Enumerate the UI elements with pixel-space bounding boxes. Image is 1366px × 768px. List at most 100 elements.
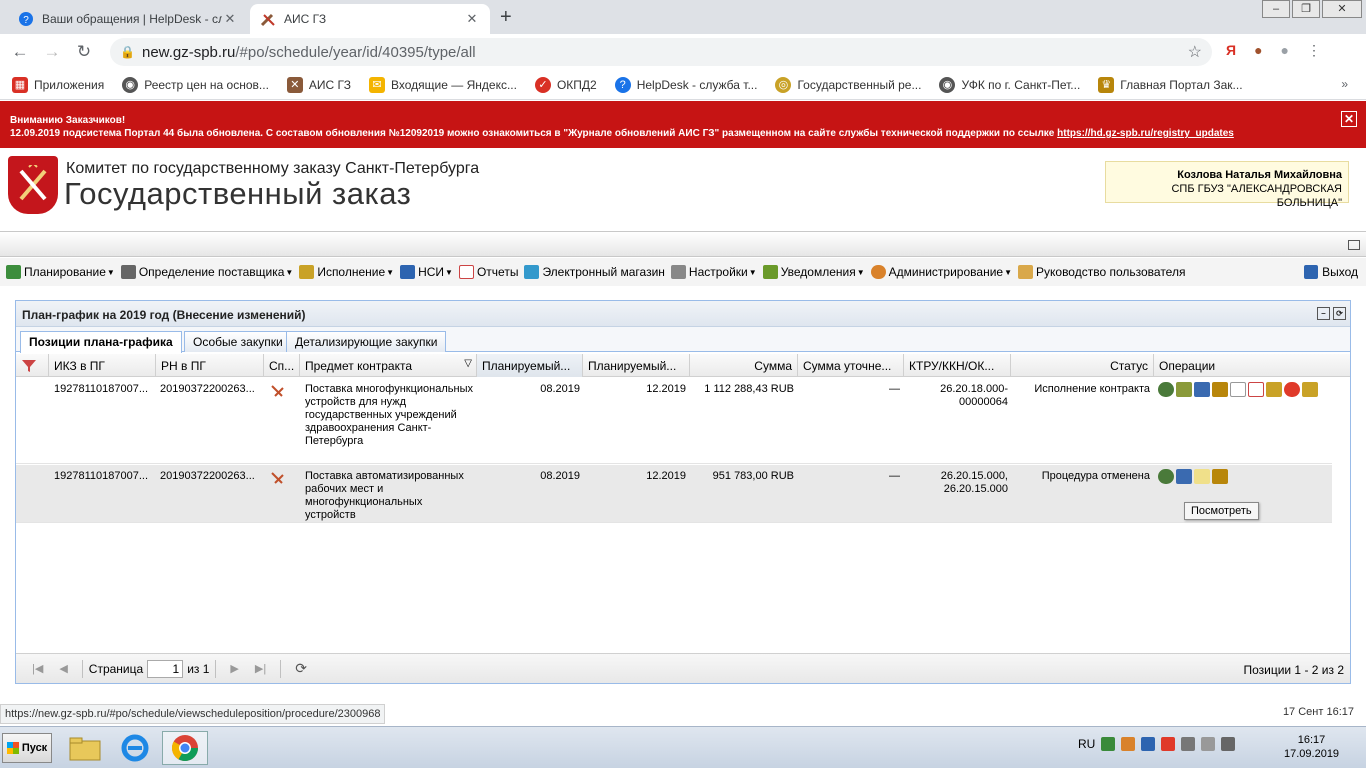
- bookmark-star-icon[interactable]: ☆: [1188, 42, 1202, 62]
- bookmark-okpd2[interactable]: ✓ ОКПД2: [534, 76, 597, 93]
- column-operations[interactable]: Операции: [1154, 354, 1350, 377]
- bookmark-ais-gz[interactable]: ✕ АИС ГЗ: [286, 76, 351, 93]
- close-alert-icon[interactable]: ✕: [1341, 111, 1357, 127]
- bookmarks-more-icon[interactable]: »: [1341, 77, 1348, 91]
- column-sum-specified[interactable]: Сумма уточне...: [798, 354, 904, 377]
- menu-administration[interactable]: Администрирование ▼: [870, 265, 1012, 279]
- menu-supplier-selection[interactable]: Определение поставщика ▼: [120, 265, 293, 279]
- exit-button[interactable]: Выход: [1304, 265, 1358, 279]
- menu-execution[interactable]: Исполнение ▼: [299, 265, 394, 279]
- tab-ais-gz[interactable]: АИС ГЗ ✕: [250, 4, 490, 34]
- windows-logo-icon: [6, 742, 19, 754]
- minimize-button[interactable]: –: [1262, 0, 1290, 18]
- forward-icon[interactable]: →: [40, 42, 64, 62]
- column-ktru[interactable]: КТРУ/ККН/ОК...: [904, 354, 1011, 377]
- next-page-icon[interactable]: ▶: [230, 662, 238, 675]
- settings-gear-icon[interactable]: [1158, 382, 1174, 397]
- menu-planning[interactable]: Планирование ▼: [6, 265, 115, 279]
- close-window-button[interactable]: ✕: [1322, 0, 1362, 18]
- bookmark-zakupki-portal[interactable]: ♛ Главная Портал Зак...: [1098, 76, 1243, 93]
- system-clock[interactable]: 16:17 17.09.2019: [1284, 733, 1339, 761]
- column-actions-icon[interactable]: [16, 354, 49, 377]
- chart-icon[interactable]: [1194, 382, 1210, 397]
- document-icon[interactable]: [1230, 382, 1246, 397]
- column-method[interactable]: Сп...: [264, 354, 300, 377]
- start-button[interactable]: Пуск: [2, 733, 52, 763]
- update-icon[interactable]: [1121, 737, 1136, 751]
- first-page-icon[interactable]: |◀: [32, 662, 43, 675]
- last-page-icon[interactable]: ▶|: [255, 662, 266, 675]
- reload-icon[interactable]: ↻: [72, 42, 96, 62]
- column-subject[interactable]: Предмет контракта ▽: [300, 354, 477, 377]
- menu-e-shop[interactable]: Электронный магазин: [524, 265, 665, 279]
- new-tab-button[interactable]: +: [500, 6, 512, 29]
- tab-special-purchases[interactable]: Особые закупки: [184, 331, 292, 352]
- taskbar-ie[interactable]: [112, 731, 158, 765]
- apps-grid-icon: ▦: [12, 76, 28, 93]
- menu-dots-icon[interactable]: ⋮: [1307, 42, 1321, 59]
- bookmark-price-registry[interactable]: ◉ Реестр цен на основ...: [122, 76, 269, 93]
- maximize-button[interactable]: ❐: [1292, 0, 1320, 18]
- tab-schedule-positions[interactable]: Позиции плана-графика: [20, 331, 182, 353]
- devices-icon[interactable]: [1181, 737, 1196, 751]
- minimize-panel-icon[interactable]: –: [1317, 307, 1330, 320]
- column-ikz[interactable]: ИКЗ в ПГ: [49, 354, 156, 377]
- table-row[interactable]: 19278110187007... 20190372200263... Пост…: [16, 378, 1332, 464]
- refresh-panel-icon[interactable]: ⟳: [1333, 307, 1346, 320]
- yandex-icon[interactable]: Я: [1226, 42, 1236, 59]
- edit-icon[interactable]: [1266, 382, 1282, 397]
- cell-subject: Поставка многофункциональных устройств д…: [305, 383, 473, 447]
- profile-avatar-icon[interactable]: ●: [1281, 42, 1289, 59]
- alert-link[interactable]: https://hd.gz-spb.ru/registry_updates: [1057, 128, 1234, 139]
- column-rn[interactable]: РН в ПГ: [156, 354, 264, 377]
- volume-icon[interactable]: [1201, 737, 1216, 751]
- flag-icon[interactable]: [1221, 737, 1236, 751]
- taskbar-chrome[interactable]: [162, 731, 208, 765]
- approve-icon[interactable]: [1176, 382, 1192, 397]
- chart-icon[interactable]: [1176, 469, 1192, 484]
- column-status[interactable]: Статус: [1011, 354, 1154, 377]
- page-total: из 1: [187, 661, 210, 676]
- bookmark-gov-registry[interactable]: ◎ Государственный ре...: [775, 76, 921, 93]
- menu-settings[interactable]: Настройки ▼: [670, 265, 757, 279]
- filter-icon[interactable]: ▽: [464, 358, 472, 369]
- bookmark-ufk[interactable]: ◉ УФК по г. Санкт-Пет...: [939, 76, 1080, 93]
- close-tab-icon[interactable]: ✕: [464, 11, 480, 27]
- column-sum[interactable]: Сумма: [690, 354, 798, 377]
- menu-nsi[interactable]: НСИ ▼: [400, 265, 453, 279]
- back-icon[interactable]: ←: [8, 42, 32, 62]
- close-tab-icon[interactable]: ✕: [222, 11, 238, 27]
- archive-icon[interactable]: [1302, 382, 1318, 397]
- cancel-icon[interactable]: [1284, 382, 1300, 397]
- bookmark-yandex-mail[interactable]: ✉ Входящие — Яндекс...: [369, 76, 517, 93]
- method-icon: [270, 383, 296, 403]
- column-plan-start[interactable]: Планируемый...: [477, 354, 583, 377]
- refresh-icon[interactable]: ⟳: [295, 660, 307, 677]
- language-indicator[interactable]: RU: [1078, 737, 1095, 751]
- taskbar-explorer[interactable]: [62, 731, 108, 765]
- eagle-emblem-icon[interactable]: [1212, 382, 1228, 397]
- settings-gear-icon[interactable]: [1158, 469, 1174, 484]
- menu-notifications[interactable]: Уведомления ▼: [762, 265, 865, 279]
- extension-icon[interactable]: ●: [1254, 42, 1262, 59]
- collapse-header-icon[interactable]: [1348, 240, 1360, 250]
- eagle-emblem-icon[interactable]: [1212, 469, 1228, 484]
- report-icon[interactable]: [1248, 382, 1264, 397]
- table-row[interactable]: 19278110187007... 20190372200263... Пост…: [16, 465, 1332, 523]
- panel-tools: – ⟳: [1317, 307, 1346, 320]
- network-icon[interactable]: [1141, 737, 1156, 751]
- bookmark-apps[interactable]: ▦ Приложения: [12, 76, 104, 93]
- tab-helpdesk[interactable]: ? Ваши обращения | HelpDesk - служ ✕: [8, 4, 248, 34]
- tab-detailing-purchases[interactable]: Детализирующие закупки: [286, 331, 447, 352]
- column-plan-end[interactable]: Планируемый...: [583, 354, 690, 377]
- security-icon[interactable]: [1101, 737, 1116, 751]
- warning-icon[interactable]: [1161, 737, 1176, 751]
- notes-icon[interactable]: [1194, 469, 1210, 484]
- address-bar[interactable]: 🔒 new.gz-spb.ru/#po/schedule/year/id/403…: [110, 38, 1212, 66]
- menu-user-guide[interactable]: Руководство пользователя: [1018, 265, 1185, 279]
- chevron-down-icon: ▼: [106, 267, 115, 277]
- prev-page-icon[interactable]: ◀: [59, 662, 67, 675]
- bookmark-helpdesk[interactable]: ? HelpDesk - служба т...: [614, 76, 757, 93]
- page-number-input[interactable]: [147, 659, 184, 678]
- menu-reports[interactable]: Отчеты: [458, 265, 518, 279]
